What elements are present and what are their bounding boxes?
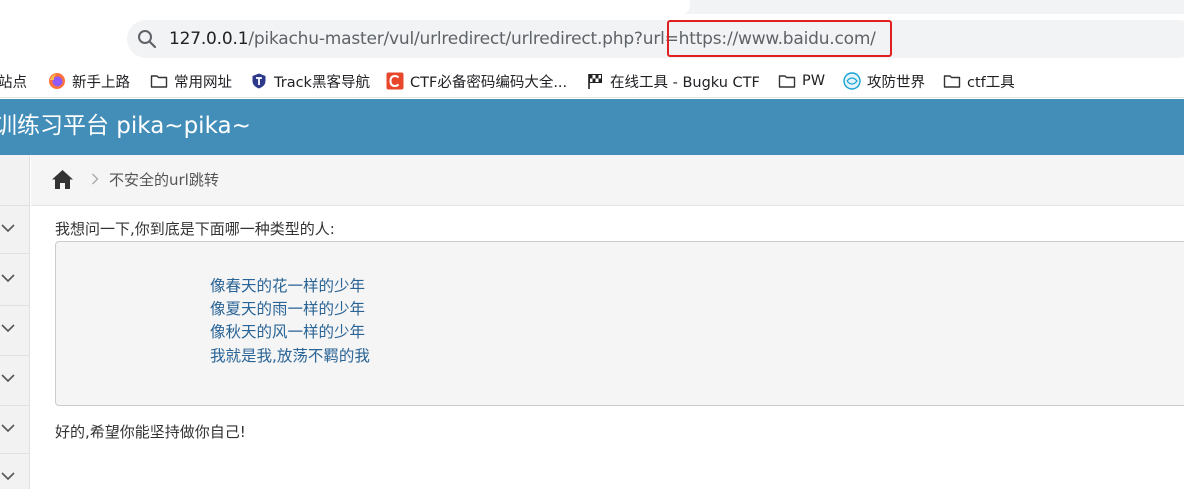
bookmark-label: Track黑客导航 [274, 74, 370, 91]
chevron-down-icon[interactable] [1, 323, 15, 333]
option-link[interactable]: 像春天的花一样的少年 [210, 277, 365, 296]
option-link[interactable]: 我就是我,放荡不羁的我 [210, 347, 370, 366]
firefox-icon [49, 73, 65, 89]
bookmark-label: 站点 [0, 74, 27, 91]
sidebar-divider [0, 405, 30, 406]
site-header: 训练习平台 pika~pika~ [0, 99, 1184, 155]
options-panel: 像春天的花一样的少年 像夏天的雨一样的少年 像秋天的风一样的少年 我就是我,放荡… [55, 241, 1184, 406]
bookmark-label: PW [802, 73, 826, 89]
chevron-right-icon [92, 173, 99, 185]
bookmark-item[interactable]: 在线工具 - Bugku CTF [586, 71, 760, 91]
chevron-down-icon[interactable] [1, 273, 15, 283]
bookmark-item[interactable]: 站点 [0, 71, 27, 91]
bookmark-label: 新手上路 [72, 74, 130, 91]
question-text: 我想问一下,你到底是下面哪一种类型的人: [55, 220, 335, 238]
bookmark-label: 攻防世界 [867, 74, 925, 91]
chevron-down-icon[interactable] [1, 471, 15, 481]
bookmark-item[interactable]: 攻防世界 [843, 71, 925, 91]
option-link[interactable]: 像秋天的风一样的少年 [210, 323, 365, 342]
browser-toolbar: 127.0.0.1/pikachu-master/vul/urlredirect… [0, 14, 1184, 64]
url-param-highlight [667, 20, 892, 57]
shield-icon [252, 73, 266, 89]
sidebar-divider [0, 453, 30, 454]
url-host: 127.0.0.1 [169, 29, 249, 49]
breadcrumb: 不安全的url跳转 [31, 155, 1184, 206]
address-bar[interactable]: 127.0.0.1/pikachu-master/vul/urlredirect… [127, 20, 1184, 58]
bookmark-label: 在线工具 - Bugku CTF [610, 74, 760, 91]
home-icon[interactable] [51, 169, 74, 190]
folder-icon [150, 75, 168, 88]
tab-strip [0, 0, 1184, 14]
sidebar-divider [0, 205, 30, 206]
bookmark-label: ctf工具 [967, 74, 1015, 91]
breadcrumb-current: 不安全的url跳转 [109, 171, 219, 189]
bookmarks-bar: 站点 新手上路 常用网址 Track黑客导航 CTF必备密码编码大全... 在线… [0, 64, 1184, 98]
search-icon [138, 30, 157, 49]
sidebar-divider [0, 253, 30, 254]
folder-icon [778, 75, 796, 88]
sidebar-divider [0, 305, 30, 306]
globe-icon [843, 72, 861, 90]
sidebar-divider [0, 355, 30, 356]
bookmark-item[interactable]: 常用网址 [150, 71, 232, 91]
chevron-down-icon[interactable] [1, 223, 15, 233]
option-link[interactable]: 像夏天的雨一样的少年 [210, 300, 365, 319]
site-title[interactable]: 训练习平台 pika~pika~ [0, 111, 251, 141]
chevron-down-icon[interactable] [1, 423, 15, 433]
bookmark-item[interactable]: ctf工具 [943, 71, 1015, 91]
answer-text: 好的,希望你能坚持做你自己! [55, 423, 246, 441]
bookmark-item[interactable]: PW [778, 71, 825, 91]
bookmark-label: CTF必备密码编码大全... [410, 74, 568, 91]
active-tab[interactable] [0, 0, 690, 14]
bookmark-item[interactable]: CTF必备密码编码大全... [386, 71, 567, 91]
chevron-down-icon[interactable] [1, 373, 15, 383]
folder-icon [943, 75, 961, 88]
c-logo-icon [386, 72, 404, 90]
bookmark-item[interactable]: 新手上路 [48, 71, 130, 91]
checkered-flag-icon [588, 74, 602, 89]
bookmark-label: 常用网址 [174, 74, 232, 91]
bookmark-item[interactable]: Track黑客导航 [250, 71, 370, 91]
sidebar [0, 155, 30, 489]
